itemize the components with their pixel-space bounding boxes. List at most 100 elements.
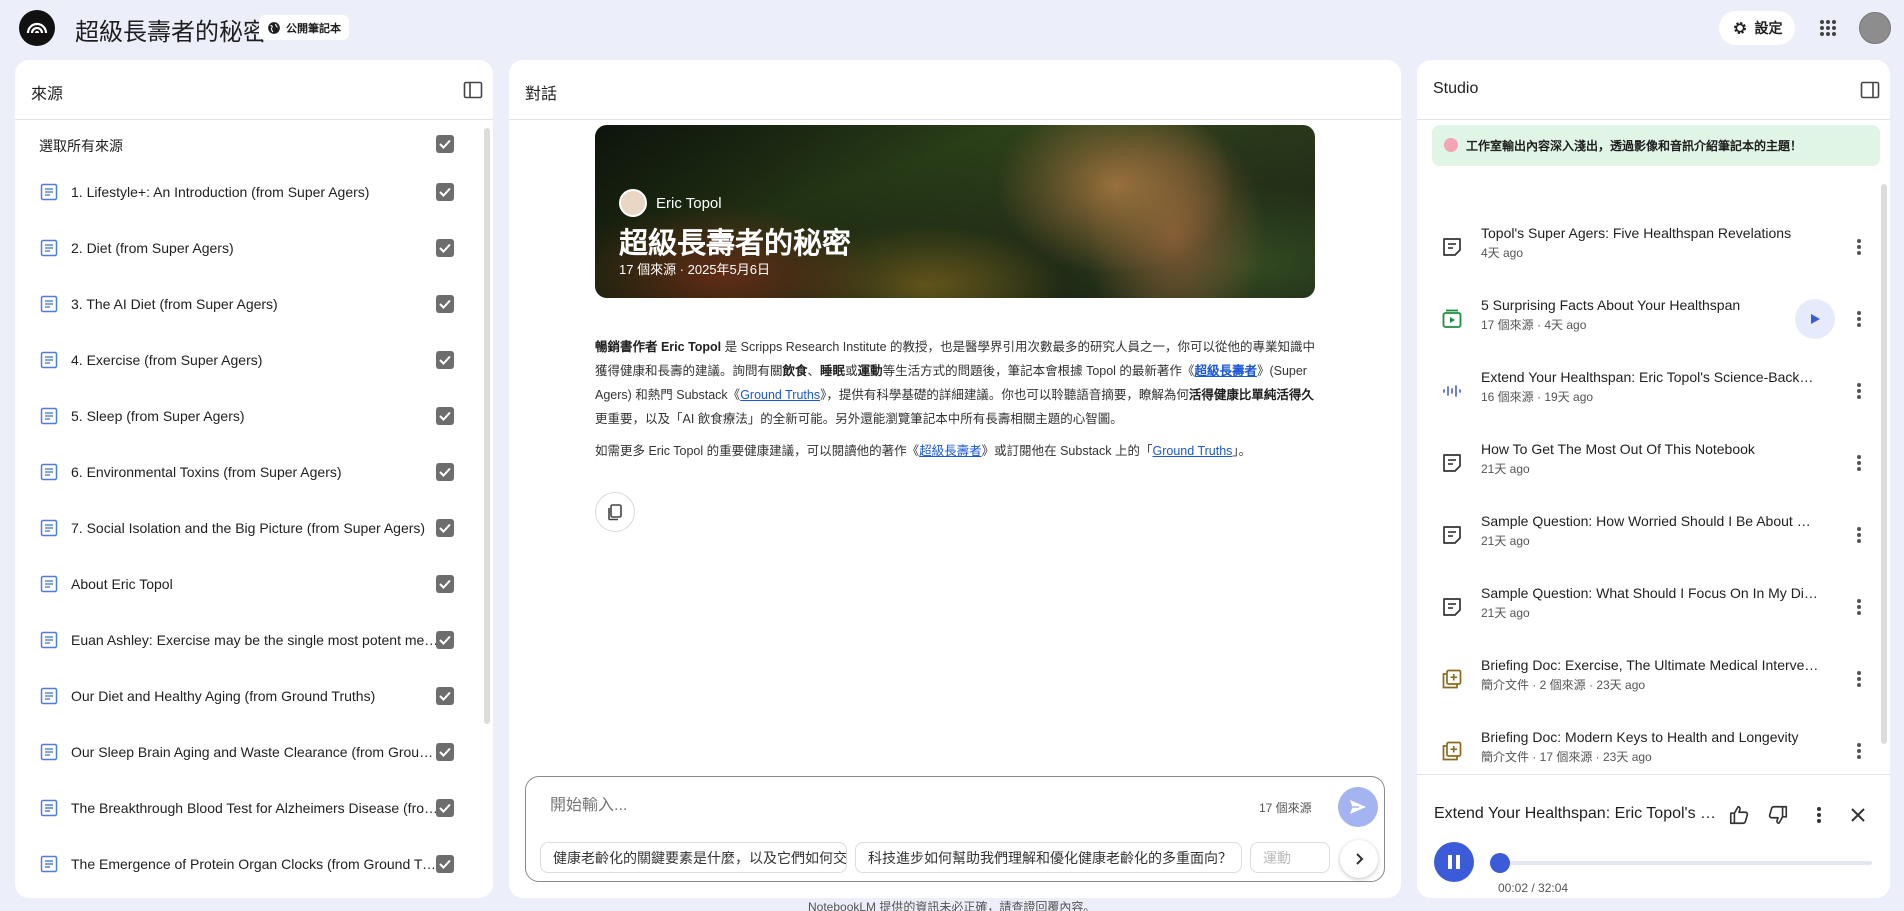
source-checkbox[interactable] [436,631,454,649]
source-item[interactable]: 2. Diet (from Super Agers) [15,228,475,268]
studio-note-item[interactable]: Topol's Super Agers: Five Healthspan Rev… [1417,212,1890,284]
source-checkbox[interactable] [436,519,454,537]
more-vert-icon [1857,671,1861,687]
sources-scrollbar[interactable] [484,128,490,724]
summary-emphasis: 睡眠 [820,364,846,378]
notebook-title[interactable]: 超級長壽者的秘密 [75,12,267,47]
note-more-button[interactable] [1849,524,1869,546]
note-more-button[interactable] [1849,308,1869,330]
note-more-button[interactable] [1849,668,1869,690]
sources-panel-title: 來源 [31,86,64,103]
studio-note-item[interactable]: Briefing Doc: Exercise, The Ultimate Med… [1417,644,1890,716]
gear-icon [1733,22,1746,34]
thumbs-down-button[interactable] [1765,802,1791,828]
source-checkbox[interactable] [436,463,454,481]
note-more-button[interactable] [1849,452,1869,474]
source-item-label: About Eric Topol [71,576,173,592]
source-checkbox[interactable] [436,239,454,257]
chat-input[interactable] [550,797,1190,815]
player-title: Extend Your Healthspan: Eric Topol's Sci… [1434,805,1724,822]
public-chip-label: 公開筆記本 [286,22,341,35]
summary-link[interactable]: 超級長壽者 [1194,364,1257,378]
studio-note-item[interactable]: 5 Surprising Facts About Your Healthspan… [1417,284,1890,356]
source-checkbox[interactable] [436,799,454,817]
more-vert-icon [1857,527,1861,543]
checkmark-icon [439,411,451,421]
suggestion-chip[interactable]: 科技進步如何幫助我們理解和優化健康老齡化的多重面向？ [855,842,1242,873]
note-title: Sample Question: What Should I Focus On … [1481,585,1821,601]
pause-icon [1448,855,1460,869]
studio-note-item[interactable]: Sample Question: What Should I Focus On … [1417,572,1890,644]
source-item[interactable]: 6. Environmental Toxins (from Super Ager… [15,452,475,492]
apps-grid-button[interactable] [1815,15,1841,41]
checkmark-icon [439,355,451,365]
select-all-checkbox[interactable] [436,135,454,153]
note-meta: 21天 ago [1481,462,1530,476]
summary-link[interactable]: Ground Truths [740,388,820,402]
suggestion-chip[interactable]: 健康老齡化的關鍵要素是什麼，以及它們如何交互影響？ [540,842,847,873]
play-button[interactable] [1795,299,1835,339]
source-item[interactable]: 5. Sleep (from Super Agers) [15,396,475,436]
source-item-label: The Breakthrough Blood Test for Alzheime… [71,800,439,816]
more-vert-icon [1857,599,1861,615]
studio-scrollbar[interactable] [1881,184,1887,744]
summary-text: 更重要，以及「AI 飲食療法」的全新可能。另外還能瀏覽筆記本中所有長壽相關主題的… [595,412,1123,426]
source-item[interactable]: Our Sleep Brain Aging and Waste Clearanc… [15,732,475,772]
next-suggestions-button[interactable] [1340,840,1378,878]
source-item[interactable]: 7. Social Isolation and the Big Picture … [15,508,475,548]
summary-emphasis: 活得健康比單純活得久 [1188,388,1314,402]
note-icon [1443,238,1461,256]
suggestion-chip[interactable]: 運動 [1250,842,1330,873]
source-item[interactable]: The Emergence of Protein Organ Clocks (f… [15,844,475,884]
disclaimer-text: NotebookLM 提供的資訊未必正確，請查證回覆內容。 [808,900,1096,911]
source-item[interactable]: Euan Ashley: Exercise may be the single … [15,620,475,660]
source-checkbox[interactable] [436,295,454,313]
audio-overview-icon [1443,385,1461,397]
studio-note-item[interactable]: Extend Your Healthspan: Eric Topol's Sci… [1417,356,1890,428]
collapse-panel-icon[interactable] [1860,80,1880,100]
source-item[interactable]: 1. Lifestyle+: An Introduction (from Sup… [15,172,475,212]
note-more-button[interactable] [1849,596,1869,618]
source-item[interactable]: The Breakthrough Blood Test for Alzheime… [15,788,475,828]
settings-button[interactable]: 設定 [1719,11,1795,45]
document-icon [40,575,58,593]
summary-emphasis: 暢銷書作者 Eric Topol [595,340,722,354]
summary-emphasis: 飲食 [782,364,808,378]
account-avatar[interactable] [1859,12,1891,44]
apps-grid-icon [1820,20,1836,36]
source-checkbox[interactable] [436,407,454,425]
source-checkbox[interactable] [436,183,454,201]
source-checkbox[interactable] [436,743,454,761]
note-meta: 16 個來源 · 19天 ago [1481,390,1594,404]
more-vert-icon [1857,311,1861,327]
public-notebook-chip[interactable]: 公開筆記本 [259,15,349,40]
note-more-button[interactable] [1849,740,1869,762]
source-checkbox[interactable] [436,687,454,705]
summary-link[interactable]: Ground Truths [1153,444,1233,458]
summary-link[interactable]: 超級長壽者 [919,444,982,458]
notebooklm-logo[interactable] [19,10,55,46]
thumbs-up-button[interactable] [1726,802,1752,828]
source-item[interactable]: 3. The AI Diet (from Super Agers) [15,284,475,324]
send-button[interactable] [1338,787,1378,827]
source-item[interactable]: 4. Exercise (from Super Agers) [15,340,475,380]
studio-note-item[interactable]: How To Get The Most Out Of This Notebook… [1417,428,1890,500]
collapse-panel-icon[interactable] [463,80,483,100]
source-item[interactable]: Our Diet and Healthy Aging (from Ground … [15,676,475,716]
chat-panel-header: 對話 [509,60,1401,120]
note-more-button[interactable] [1849,380,1869,402]
source-checkbox[interactable] [436,351,454,369]
checkmark-icon [439,747,451,757]
source-checkbox[interactable] [436,575,454,593]
progress-track[interactable] [1500,861,1872,865]
pause-button[interactable] [1434,842,1474,882]
source-checkbox[interactable] [436,855,454,873]
player-more-button[interactable] [1806,802,1832,828]
note-more-button[interactable] [1849,236,1869,258]
copy-summary-button[interactable] [595,492,635,532]
progress-thumb[interactable] [1490,853,1511,873]
studio-note-item[interactable]: Sample Question: How Worried Should I Be… [1417,500,1890,572]
hero-author: Eric Topol [656,195,722,212]
close-player-button[interactable] [1845,802,1871,828]
source-item[interactable]: About Eric Topol [15,564,475,604]
